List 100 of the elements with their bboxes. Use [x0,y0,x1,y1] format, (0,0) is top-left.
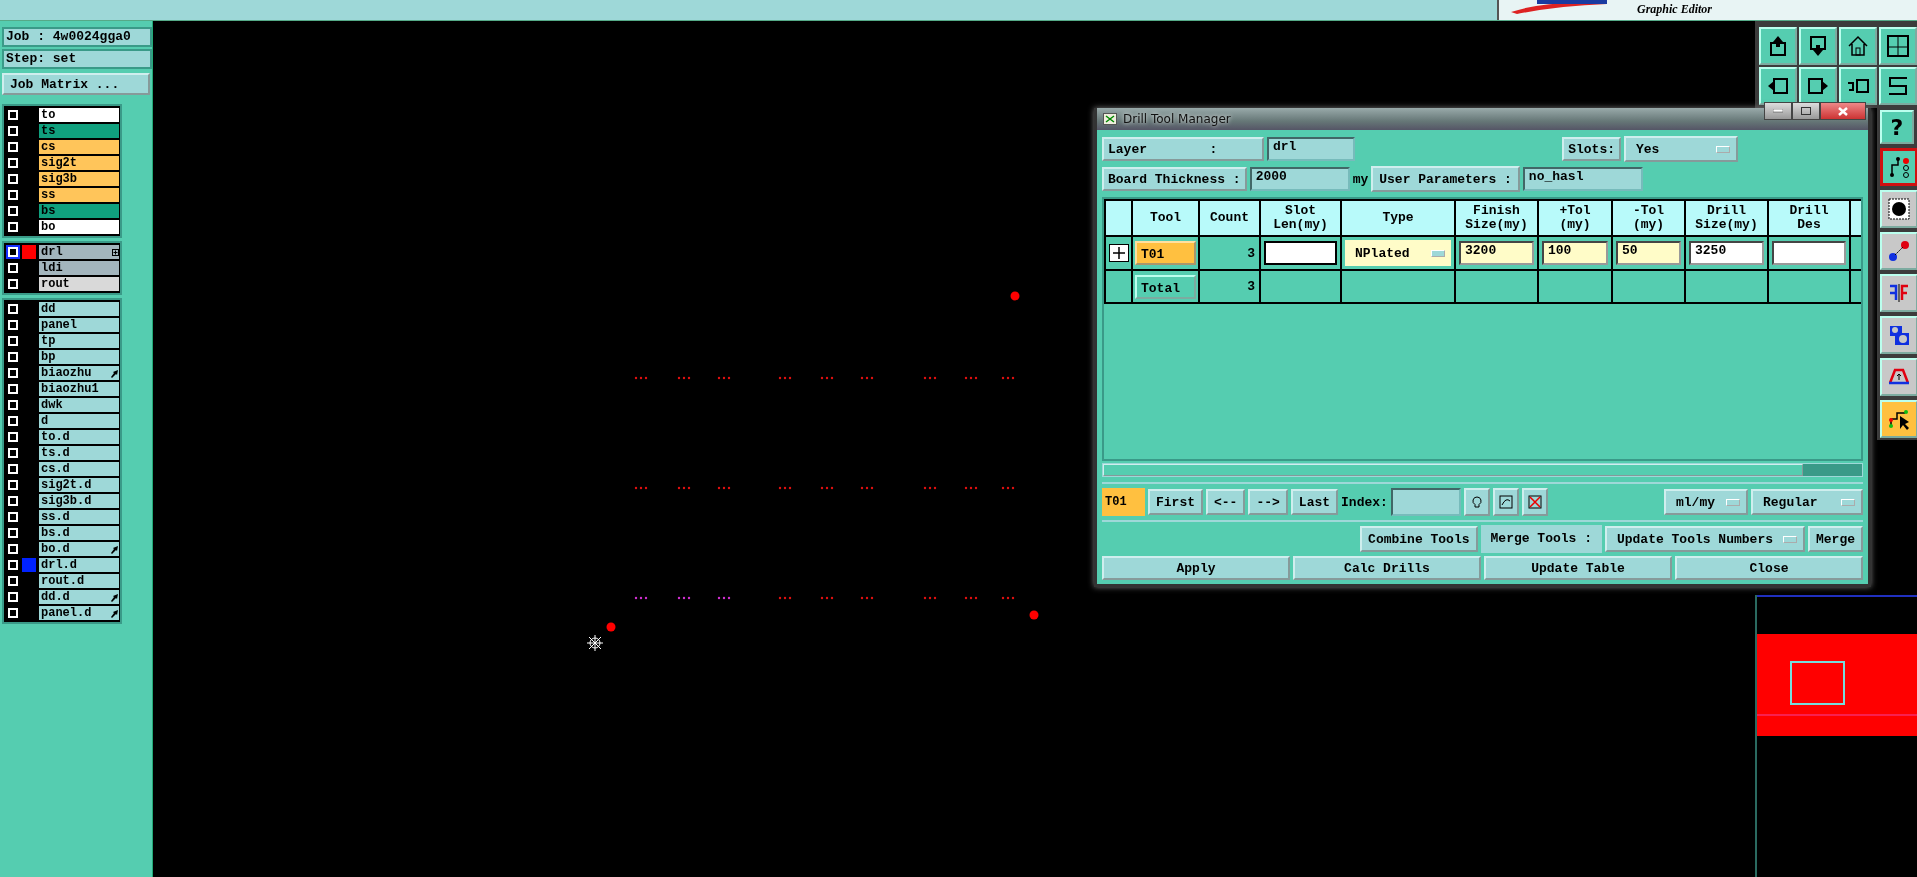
layer-name[interactable]: rout.d [39,574,119,588]
layer-checkbox[interactable] [8,384,18,394]
minus-tolerance-field[interactable]: 50 [1616,241,1681,265]
action-button[interactable]: Apply [1102,556,1290,580]
thickness-field[interactable]: 2000 [1249,167,1350,191]
action-button[interactable]: Calc Drills [1293,556,1481,580]
shapes-tool-button[interactable] [1880,316,1917,354]
layer-checkbox[interactable] [8,126,18,136]
layer-name[interactable]: to [39,108,119,122]
layer-name[interactable]: bp [39,350,119,364]
layer-checkbox[interactable] [8,544,18,554]
layer-checkbox[interactable] [8,432,18,442]
layer-name[interactable]: bo.d [39,542,119,556]
expand-row-button[interactable] [1109,244,1129,262]
upload-button[interactable] [1759,27,1797,65]
layer-checkbox[interactable] [8,190,18,200]
layer-checkbox[interactable] [8,206,18,216]
layer-checkbox[interactable] [8,263,18,273]
layer-checkbox[interactable] [8,222,18,232]
layer-name[interactable]: dwk [39,398,119,412]
layer-name[interactable]: ss [39,188,119,202]
layer-checkbox[interactable] [8,336,18,346]
mode-dropdown[interactable]: Regular [1751,489,1863,515]
arrow-right-button[interactable] [1799,67,1837,105]
download-button[interactable] [1799,27,1837,65]
circuit-tool-button[interactable] [1880,148,1917,186]
finish-size-field[interactable]: 3200 [1459,241,1534,265]
layer-name[interactable]: ts [39,124,119,138]
combine-tools-button[interactable]: Combine Tools [1360,526,1478,552]
layer-checkbox[interactable] [8,512,18,522]
layer-name[interactable]: biaozhu [39,366,119,380]
layer-name[interactable]: panel [39,318,119,332]
layer-checkbox[interactable] [8,448,18,458]
navigation-button[interactable]: --> [1248,489,1288,515]
layer-name[interactable]: to.d [39,430,119,444]
job-matrix-button[interactable]: Job Matrix ... [2,73,150,95]
layer-checkbox[interactable] [8,279,18,289]
layer-name[interactable]: sig3b [39,172,119,186]
help-button[interactable]: ? [1880,110,1914,144]
layer-name[interactable]: dd [39,302,119,316]
layer-checkbox[interactable] [8,368,18,378]
zigzag-button[interactable] [1879,67,1917,105]
slots-dropdown[interactable]: Yes [1624,136,1738,162]
layer-checkbox[interactable] [8,174,18,184]
arc-tool-button[interactable] [1880,358,1917,396]
index-field[interactable] [1390,488,1461,516]
slot-length-field[interactable] [1264,241,1337,265]
layer-name[interactable]: tp [39,334,119,348]
layer-name[interactable]: drl [39,245,119,259]
undo-button[interactable] [1839,67,1877,105]
type-dropdown[interactable]: NPlated [1345,240,1451,266]
merge-button[interactable]: Merge [1808,526,1863,552]
navigation-button[interactable]: First [1148,489,1203,515]
layer-name[interactable]: dd.d [39,590,119,604]
layer-name[interactable]: sig2t [39,156,119,170]
merge-option-dropdown[interactable]: Update Tools Numbers [1604,526,1805,552]
layer-name[interactable]: bs.d [39,526,119,540]
arrow-left-button[interactable] [1759,67,1797,105]
user-parameters-button[interactable]: User Parameters : [1371,166,1520,192]
layer-checkbox[interactable] [8,304,18,314]
layer-checkbox[interactable] [8,352,18,362]
layer-name[interactable]: ts.d [39,446,119,460]
layer-checkbox[interactable] [8,110,18,120]
layer-name[interactable]: rout [39,277,119,291]
layer-field[interactable]: drl [1267,137,1355,161]
maximize-button[interactable] [1792,102,1820,120]
navigation-button[interactable]: <-- [1206,489,1246,515]
layer-name[interactable]: ldi [39,261,119,275]
layer-name[interactable]: cs.d [39,462,119,476]
layer-checkbox[interactable] [8,608,18,618]
bulb-button[interactable] [1463,488,1490,516]
layer-checkbox[interactable] [8,320,18,330]
layer-name[interactable]: panel.d [39,606,119,620]
layer-name[interactable]: d [39,414,119,428]
navigation-button[interactable]: Last [1290,489,1339,515]
home-button[interactable] [1839,27,1877,65]
tool-name[interactable]: T01 [1135,241,1196,265]
layer-checkbox[interactable] [8,480,18,490]
drill-description-field[interactable] [1772,241,1846,265]
action-button[interactable]: Close [1675,556,1863,580]
refresh-button[interactable] [1492,488,1519,516]
mirror-tool-button[interactable] [1880,274,1917,312]
layer-checkbox[interactable] [8,158,18,168]
units-dropdown[interactable]: ml/my [1664,489,1748,515]
layer-checkbox[interactable] [8,560,18,570]
layer-checkbox[interactable] [8,400,18,410]
parameters-field[interactable]: no_hasl [1522,167,1643,191]
connection-tool-button[interactable] [1880,232,1917,270]
layer-checkbox[interactable] [8,592,18,602]
layer-checkbox[interactable] [8,142,18,152]
minimize-button[interactable] [1764,102,1792,120]
cursor-tool-button[interactable] [1880,400,1917,438]
layer-name[interactable]: bs [39,204,119,218]
layer-name[interactable]: biaozhu1 [39,382,119,396]
grid-button[interactable] [1879,27,1917,65]
layer-checkbox[interactable] [8,528,18,538]
layer-checkbox[interactable] [8,464,18,474]
layer-name[interactable]: sig3b.d [39,494,119,508]
layer-name[interactable]: ss.d [39,510,119,524]
drill-size-field[interactable]: 3250 [1689,241,1764,265]
